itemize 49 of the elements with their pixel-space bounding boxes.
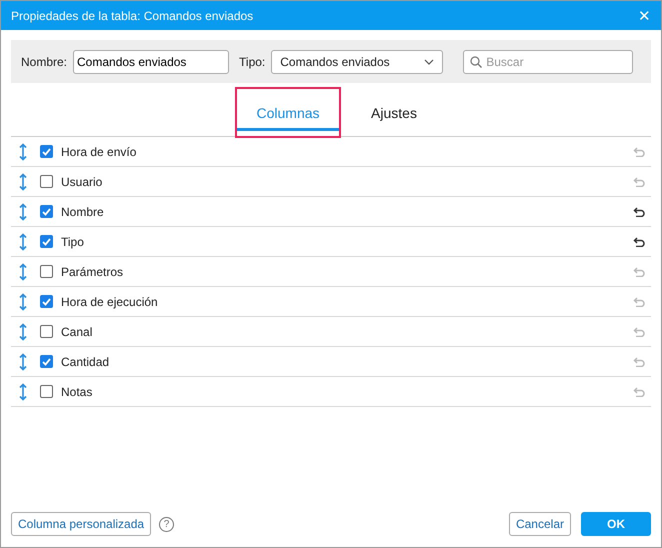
drag-handle-icon[interactable] xyxy=(19,382,27,400)
checkbox[interactable] xyxy=(40,175,53,188)
column-label: Usuario xyxy=(61,174,104,188)
drag-handle-icon[interactable] xyxy=(19,142,27,160)
column-label: Hora de envío xyxy=(61,144,138,158)
drag-handle-icon[interactable] xyxy=(19,352,27,370)
checkbox[interactable] xyxy=(40,235,53,248)
name-label: Nombre: xyxy=(21,54,68,68)
column-label: Tipo xyxy=(61,234,85,248)
check-icon xyxy=(42,298,51,306)
drag-handle-icon[interactable] xyxy=(19,202,27,220)
undo-icon[interactable] xyxy=(633,206,645,216)
drag-handle-icon[interactable] xyxy=(19,172,27,190)
checkbox[interactable] xyxy=(40,355,53,368)
column-label: Cantidad xyxy=(61,354,110,368)
checkbox[interactable] xyxy=(40,385,53,398)
undo-icon[interactable] xyxy=(633,236,645,246)
check-icon xyxy=(42,358,51,366)
custom-column-button[interactable]: Columna personalizada xyxy=(11,512,152,536)
check-icon xyxy=(42,238,51,246)
ok-button[interactable]: OK xyxy=(581,512,651,536)
search-field[interactable]: Buscar xyxy=(463,50,634,74)
drag-handle-icon[interactable] xyxy=(19,322,27,340)
checkbox[interactable] xyxy=(40,205,53,218)
close-button[interactable]: ✕ xyxy=(638,6,651,24)
tab[interactable]: Ajustes xyxy=(341,87,447,138)
column-label: Notas xyxy=(61,384,94,398)
search-icon xyxy=(470,56,482,68)
column-label: Parámetros xyxy=(61,264,124,278)
cancel-button[interactable]: Cancelar xyxy=(508,512,571,536)
checkbox[interactable] xyxy=(40,145,53,158)
drag-handle-icon[interactable] xyxy=(19,232,27,250)
column-label: Canal xyxy=(61,324,94,338)
name-field[interactable]: Comandos enviados xyxy=(73,50,230,74)
help-icon[interactable]: ? xyxy=(159,516,174,532)
drag-handle-icon[interactable] xyxy=(19,262,27,280)
column-label: Nombre xyxy=(61,204,105,218)
check-icon xyxy=(42,208,51,216)
type-dropdown[interactable]: Comandos enviados xyxy=(271,50,444,74)
tab[interactable]: Columnas xyxy=(235,87,341,138)
checkbox[interactable] xyxy=(40,295,53,308)
chevron-icon xyxy=(424,58,434,64)
checkbox[interactable] xyxy=(40,325,53,338)
window-title: Propiedades de la tabla: Comandos enviados xyxy=(11,8,254,22)
checkbox[interactable] xyxy=(40,265,53,278)
drag-handle-icon[interactable] xyxy=(19,292,27,310)
check-icon xyxy=(42,148,51,156)
type-label: Tipo: xyxy=(239,54,266,68)
column-label: Hora de ejecución xyxy=(61,294,159,308)
